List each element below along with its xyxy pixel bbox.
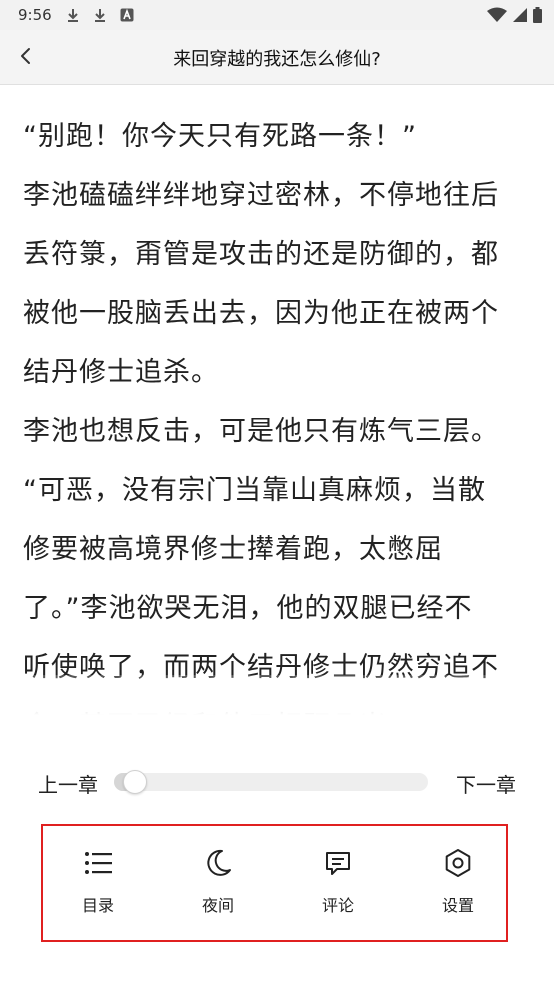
menu-item-comments[interactable]: 评论 [283,826,393,944]
text-line: 李池磕磕绊绊地穿过密林，不停地往后 [23,180,499,211]
next-chapter-button[interactable]: 下一章 [456,769,516,798]
content-fade [0,675,554,715]
moon-icon [207,849,231,876]
text-line: 李池也想反击，可是他只有炼气三层。 [23,416,499,447]
text-line: 丢符箓，甭管是攻击的还是防御的，都 [23,239,499,270]
signal-icon [513,8,527,22]
reader-header: 来回穿越的我还怎么修仙? [0,30,554,85]
previous-chapter-button[interactable]: 上一章 [38,769,98,798]
text-line: “别跑！你今天只有死路一条！” [23,121,417,152]
wifi-icon [487,7,507,22]
text-lines: “别跑！你今天只有死路一条！” 李池磕磕绊绊地穿过密林，不停地往后 丢符箓，甭管是攻… [23,107,535,715]
text-line: 被他一股脑丢出去，因为他正在被两个 [23,298,499,329]
chapter-progress-slider[interactable] [114,770,428,794]
download-icon [95,9,105,22]
reader-menu: 目录 夜间 评论 设置 [41,824,508,942]
menu-item-label: 夜间 [201,896,234,915]
menu-item-catalog[interactable]: 目录 [43,826,153,944]
app-a-icon [120,8,134,22]
menu-item-night-mode[interactable]: 夜间 [163,826,273,944]
book-title: 来回穿越的我还怎么修仙? [173,49,381,70]
battery-icon [533,7,542,23]
text-line: “可恶，没有宗门当靠山真麻烦，当散 [23,475,486,506]
comment-icon [326,852,350,875]
menu-item-label: 评论 [321,896,354,915]
text-line: 修要被高境界修士撵着跑，太憋屈 [23,534,443,565]
download-icon [68,9,78,22]
menu-item-label: 目录 [81,896,114,915]
chapter-navigation: 上一章 下一章 [0,767,554,797]
settings-icon [445,849,471,877]
list-icon [85,852,112,874]
status-bar: 9:56 [0,0,554,30]
reading-content[interactable]: “别跑！你今天只有死路一条！” 李池磕磕绊绊地穿过密林，不停地往后 丢符箓，甭管是攻… [0,85,554,715]
system-icons [487,7,542,23]
text-line: 了。”李池欲哭无泪，他的双腿已经不 [23,593,473,624]
text-line: 结丹修士追杀。 [23,357,219,388]
status-time: 9:56 [18,6,52,24]
reader-control-panel: 上一章 下一章 目录 夜间 评论 设置 [0,715,554,984]
menu-item-settings[interactable]: 设置 [403,826,513,944]
menu-item-label: 设置 [441,896,474,915]
slider-thumb[interactable] [122,770,147,794]
